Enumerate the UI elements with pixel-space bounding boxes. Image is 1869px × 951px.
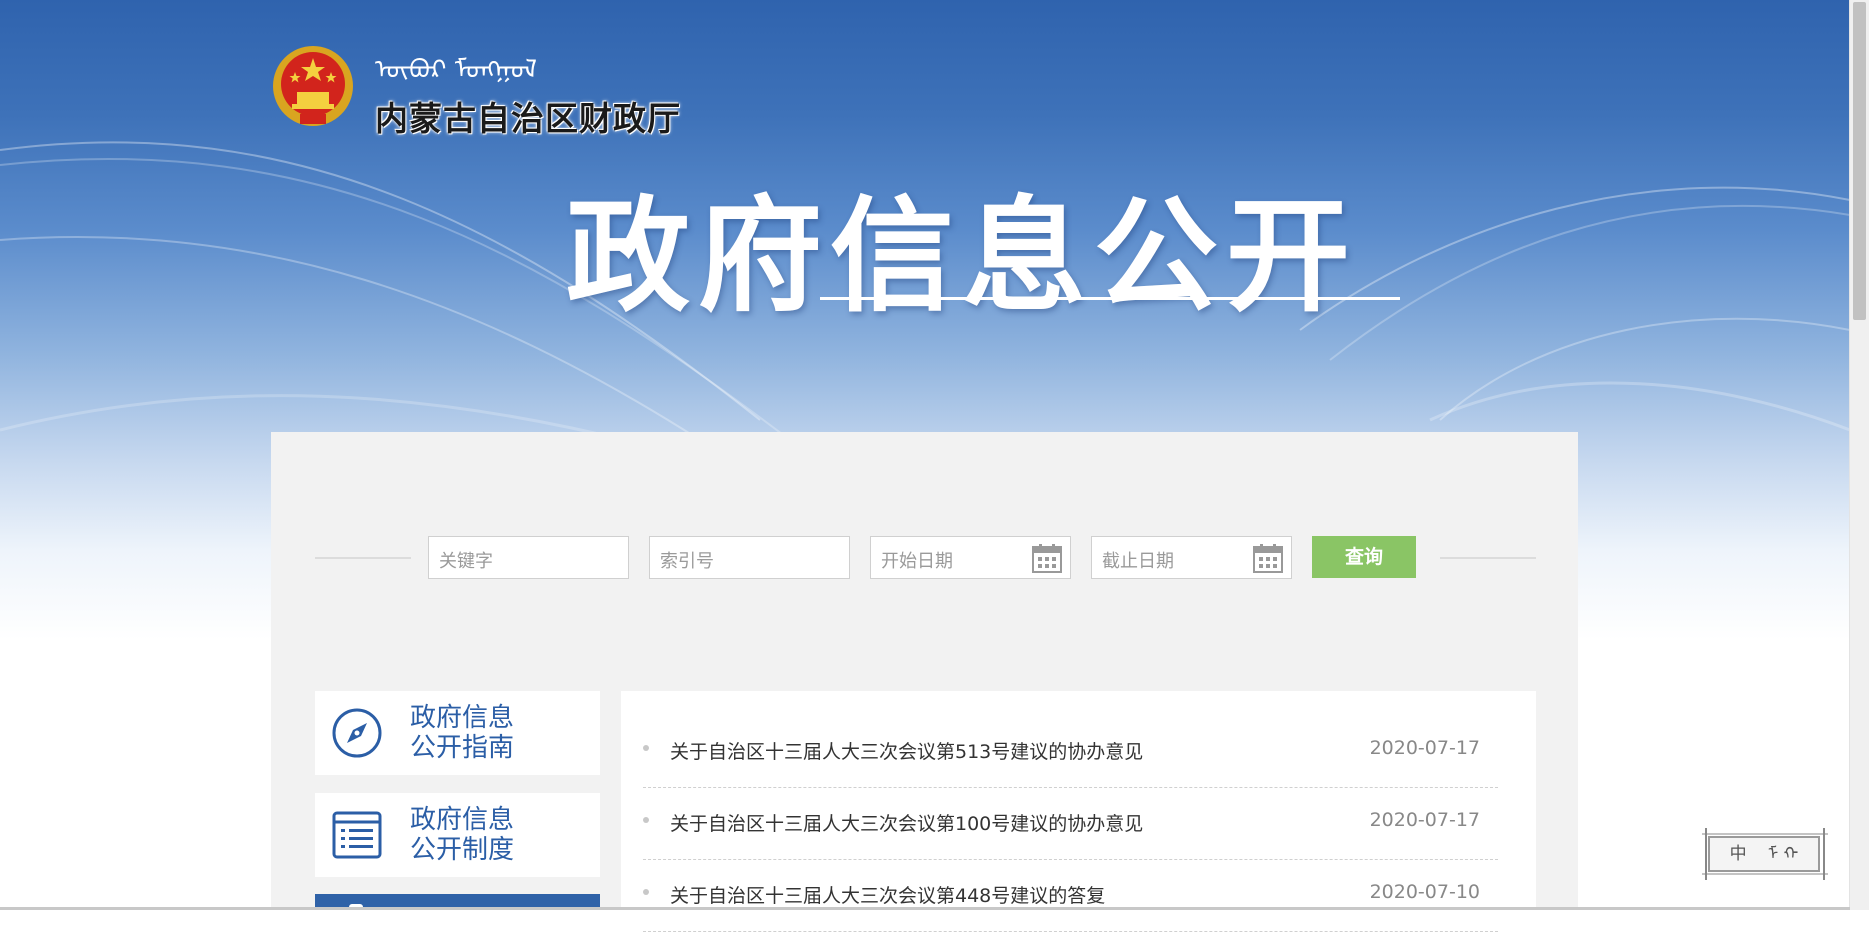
news-date: 2020-07-10 [1369,881,1480,903]
list-item[interactable]: 关于自治区十三届人大三次会议第513号建议的协办意见 2020-07-17 [643,715,1498,788]
start-date-input[interactable]: 开始日期 [870,536,1071,579]
page-scrollbar[interactable] [1849,0,1869,910]
start-date-placeholder: 开始日期 [881,551,953,572]
divider [1440,557,1536,559]
end-date-input[interactable]: 截止日期 [1091,536,1292,579]
query-button[interactable]: 查询 [1312,536,1416,578]
bullet [643,889,649,895]
national-emblem-icon [273,46,353,126]
index-placeholder: 索引号 [660,551,714,572]
document-icon [349,904,363,918]
news-date: 2020-07-17 [1369,737,1480,759]
mongolian-title: ᠦᠪᠦᠷ ᠮᠣᠩᠭᠣᠯ [375,55,537,85]
language-label: 中 ᠮ ᠬ [1708,836,1820,872]
sidebar-item-label: 政府信息 公开指南 [410,703,514,763]
news-title[interactable]: 关于自治区十三届人大三次会议第448号建议的答复 [670,881,1105,908]
keyword-placeholder: 关键字 [439,551,493,572]
main-panel: 关键字 索引号 开始日期 截止日期 查询 政府信息 公开指南 政府信息 公开制度… [271,432,1578,951]
title-underline [820,297,1400,300]
divider [315,557,411,559]
label-line: 公开指南 [410,733,515,763]
list-item[interactable]: 关于自治区十三届人大三次会议第448号建议的答复 2020-07-10 [643,859,1498,932]
news-title[interactable]: 关于自治区十三届人大三次会议第100号建议的协办意见 [670,809,1143,836]
calendar-icon[interactable] [1253,543,1283,573]
compass-icon [332,708,382,758]
page-title: 政府信息公开 [566,185,1359,329]
scrollbar-thumb[interactable] [1853,2,1866,320]
news-date: 2020-07-17 [1369,809,1480,831]
department-name: 内蒙古自治区财政厅 [375,99,681,138]
end-date-placeholder: 截止日期 [1102,551,1174,572]
bullet [643,745,649,751]
list-item[interactable]: 关于自治区十三届人大三次会议第100号建议的协办意见 2020-07-17 [643,787,1498,860]
keyword-input[interactable]: 关键字 [428,536,629,579]
sidebar-item-disclosure-system[interactable]: 政府信息 公开制度 [315,793,600,877]
index-number-input[interactable]: 索引号 [649,536,850,579]
list-document-icon [332,811,382,859]
calendar-icon[interactable] [1032,543,1062,573]
label-line: 公开制度 [410,835,515,865]
sidebar-item-label: 政府信息 公开制度 [410,805,514,865]
sidebar-item-disclosure-guide[interactable]: 政府信息 公开指南 [315,691,600,775]
news-title[interactable]: 关于自治区十三届人大三次会议第513号建议的协办意见 [670,737,1143,764]
language-switcher[interactable]: 中 ᠮ ᠬ [1700,828,1830,880]
bullet [643,817,649,823]
news-list: 关于自治区十三届人大三次会议第513号建议的协办意见 2020-07-17 关于… [621,691,1536,951]
label-line: 政府信息 [410,703,515,733]
label-line: 政府信息 [410,805,515,835]
